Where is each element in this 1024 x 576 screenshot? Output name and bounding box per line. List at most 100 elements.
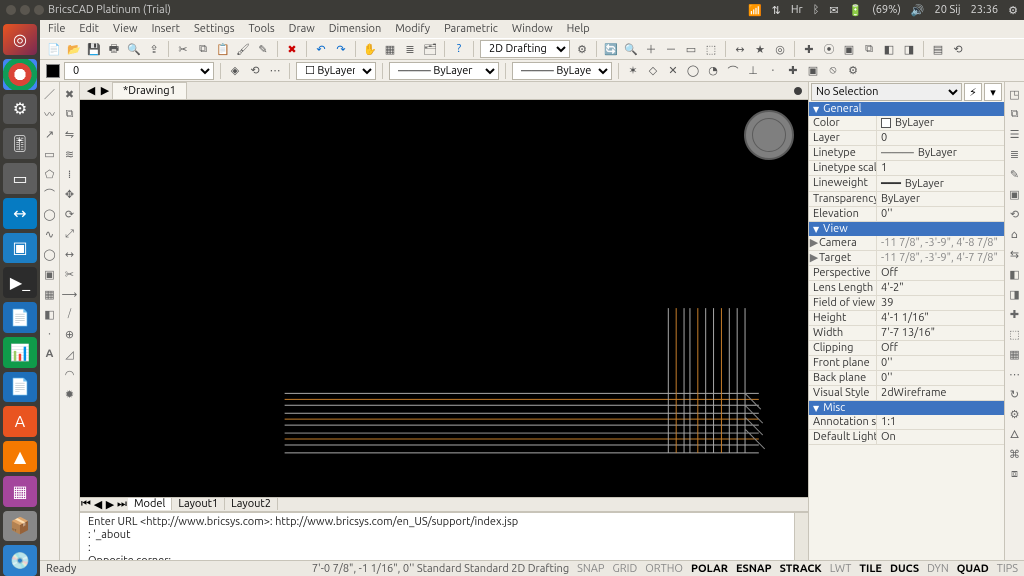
section-general[interactable]: ▼General <box>809 102 1004 116</box>
tool-c-icon[interactable]: ✚ <box>801 41 817 57</box>
open-icon[interactable]: 📂 <box>66 41 82 57</box>
snap-nea-icon[interactable]: ⋅ <box>765 63 781 79</box>
color-select[interactable]: ☐ ByLayer <box>296 62 376 80</box>
tool-i-icon[interactable]: ▤ <box>930 41 946 57</box>
quickselect-icon[interactable]: ⚡ <box>964 83 982 101</box>
circle-icon[interactable]: ◯ <box>42 206 58 222</box>
dash-icon[interactable]: ◎ <box>3 24 37 55</box>
explode-icon[interactable]: ✹ <box>62 386 78 402</box>
polyline-icon[interactable]: 〰 <box>42 106 58 122</box>
tool-r12-icon[interactable]: ✚ <box>1007 306 1023 322</box>
menu-help[interactable]: Help <box>567 23 590 35</box>
zoom-in-icon[interactable]: ＋ <box>643 41 659 57</box>
snap-tan-icon[interactable]: ⌒ <box>725 63 741 79</box>
workspace-icon[interactable]: ▦ <box>3 476 37 507</box>
tool-j-icon[interactable]: ⟲ <box>950 41 966 57</box>
section-view[interactable]: ▼View <box>809 222 1004 236</box>
screenshot-icon[interactable]: ▣ <box>3 233 37 264</box>
arrow-icon[interactable]: ⇅ <box>772 4 781 17</box>
tool-r7-icon[interactable]: ⟲ <box>1007 206 1023 222</box>
tab-last-icon[interactable]: ⏭ <box>116 498 128 511</box>
menu-view[interactable]: View <box>113 23 138 35</box>
status-toggle-snap[interactable]: SNAP <box>577 563 604 575</box>
layer-prev-icon[interactable]: ⟲ <box>247 63 263 79</box>
rectangle-icon[interactable]: ▭ <box>42 146 58 162</box>
move-icon[interactable]: ✥ <box>62 186 78 202</box>
zoom-out-icon[interactable]: － <box>663 41 679 57</box>
tool-r20-icon[interactable]: ⧈ <box>1007 466 1023 482</box>
menu-file[interactable]: File <box>48 23 65 35</box>
settings-icon[interactable]: ⚙ <box>3 94 37 125</box>
workspace-select[interactable]: 2D Drafting <box>480 40 570 58</box>
snap-int-icon[interactable]: ✕ <box>665 63 681 79</box>
scrollbar[interactable] <box>794 513 808 561</box>
snap-ins-icon[interactable]: ▣ <box>805 63 821 79</box>
print-icon[interactable]: 🖶 <box>106 41 122 57</box>
menu-tools[interactable]: Tools <box>249 23 275 35</box>
menu-draw[interactable]: Draw <box>289 23 315 35</box>
tool-r3-icon[interactable]: ☰ <box>1007 126 1023 142</box>
status-toggle-strack[interactable]: STRACK <box>780 563 822 575</box>
window-control-icon[interactable] <box>34 5 44 15</box>
zoom-rt-icon[interactable]: 🔍 <box>623 41 639 57</box>
help-icon[interactable]: ? <box>451 41 467 57</box>
status-toggle-tile[interactable]: TILE <box>859 563 882 575</box>
matchprops-icon[interactable]: 🖌 <box>235 41 251 57</box>
extend-icon[interactable]: ⟶ <box>62 286 78 302</box>
hatch-icon[interactable]: ▦ <box>42 286 58 302</box>
status-toggle-ortho[interactable]: ORTHO <box>645 563 683 575</box>
snap-qua-icon[interactable]: ◔ <box>705 63 721 79</box>
workspace-save-icon[interactable]: ⚙ <box>574 41 590 57</box>
copy-mod-icon[interactable]: ⧉ <box>62 106 78 122</box>
tab-first-icon[interactable]: ⏮ <box>80 498 92 511</box>
pickadd-icon[interactable]: ▾ <box>984 83 1002 101</box>
status-toggle-dyn[interactable]: DYN <box>927 563 949 575</box>
tab-next-icon[interactable]: ▶ <box>104 498 116 511</box>
arc-icon[interactable]: ⌒ <box>42 186 58 202</box>
zoom-window-icon[interactable]: ⬚ <box>703 41 719 57</box>
tool-r14-icon[interactable]: ▦ <box>1007 346 1023 362</box>
tab-left-icon[interactable]: ◀ <box>84 84 98 98</box>
snap-end-icon[interactable]: ✶ <box>625 63 641 79</box>
tool-h-icon[interactable]: ◨ <box>901 41 917 57</box>
region-icon[interactable]: ◧ <box>42 306 58 322</box>
snap-nod-icon[interactable]: ✚ <box>785 63 801 79</box>
writer-icon[interactable]: 📄 <box>3 302 37 333</box>
tool-b-icon[interactable]: ◎ <box>772 41 788 57</box>
tool-e-icon[interactable]: ▣ <box>841 41 857 57</box>
battery-icon[interactable]: 🔋 <box>849 4 863 17</box>
chrome-icon[interactable] <box>3 59 37 90</box>
impress-icon[interactable]: 📄 <box>3 372 37 403</box>
ellipse-icon[interactable]: ◯ <box>42 246 58 262</box>
menu-modify[interactable]: Modify <box>395 23 430 35</box>
menu-dimension[interactable]: Dimension <box>329 23 381 35</box>
layer-select[interactable]: 0 <box>64 62 214 80</box>
new-icon[interactable]: 📄 <box>46 41 62 57</box>
polygon-icon[interactable]: ⬠ <box>42 166 58 182</box>
tool-r19-icon[interactable]: ⌘ <box>1007 446 1023 462</box>
wifi-icon[interactable]: 📶 <box>748 4 762 17</box>
teamviewer-icon[interactable]: ↔ <box>3 198 37 229</box>
command-area[interactable]: Enter URL <http://www.bricsys.com>: http… <box>80 512 808 561</box>
brush-icon[interactable]: ✎ <box>255 41 271 57</box>
tab-layout1[interactable]: Layout1 <box>172 498 225 510</box>
copy-icon[interactable]: ⧉ <box>195 41 211 57</box>
regen-icon[interactable]: 🔄 <box>603 41 619 57</box>
text-icon[interactable]: A <box>42 346 58 362</box>
mail-icon[interactable]: ✉ <box>829 4 838 17</box>
linetype-select[interactable]: ――― ByLayer <box>389 62 499 80</box>
menu-parametric[interactable]: Parametric <box>444 23 498 35</box>
snap-per-icon[interactable]: ⊥ <box>745 63 761 79</box>
window-control-icon[interactable] <box>6 5 16 15</box>
tool-g-icon[interactable]: ◧ <box>881 41 897 57</box>
ray-icon[interactable]: ↗ <box>42 126 58 142</box>
model-canvas[interactable] <box>80 100 808 497</box>
point-icon[interactable]: · <box>42 326 58 342</box>
tool-r10-icon[interactable]: ◧ <box>1007 266 1023 282</box>
break-icon[interactable]: ⧸ <box>62 306 78 322</box>
appcenter-icon[interactable]: A <box>3 406 37 437</box>
trim-icon[interactable]: ✂ <box>62 266 78 282</box>
tool-a-icon[interactable]: ★ <box>752 41 768 57</box>
archive-icon[interactable]: 📦 <box>3 511 37 542</box>
menu-window[interactable]: Window <box>512 23 553 35</box>
